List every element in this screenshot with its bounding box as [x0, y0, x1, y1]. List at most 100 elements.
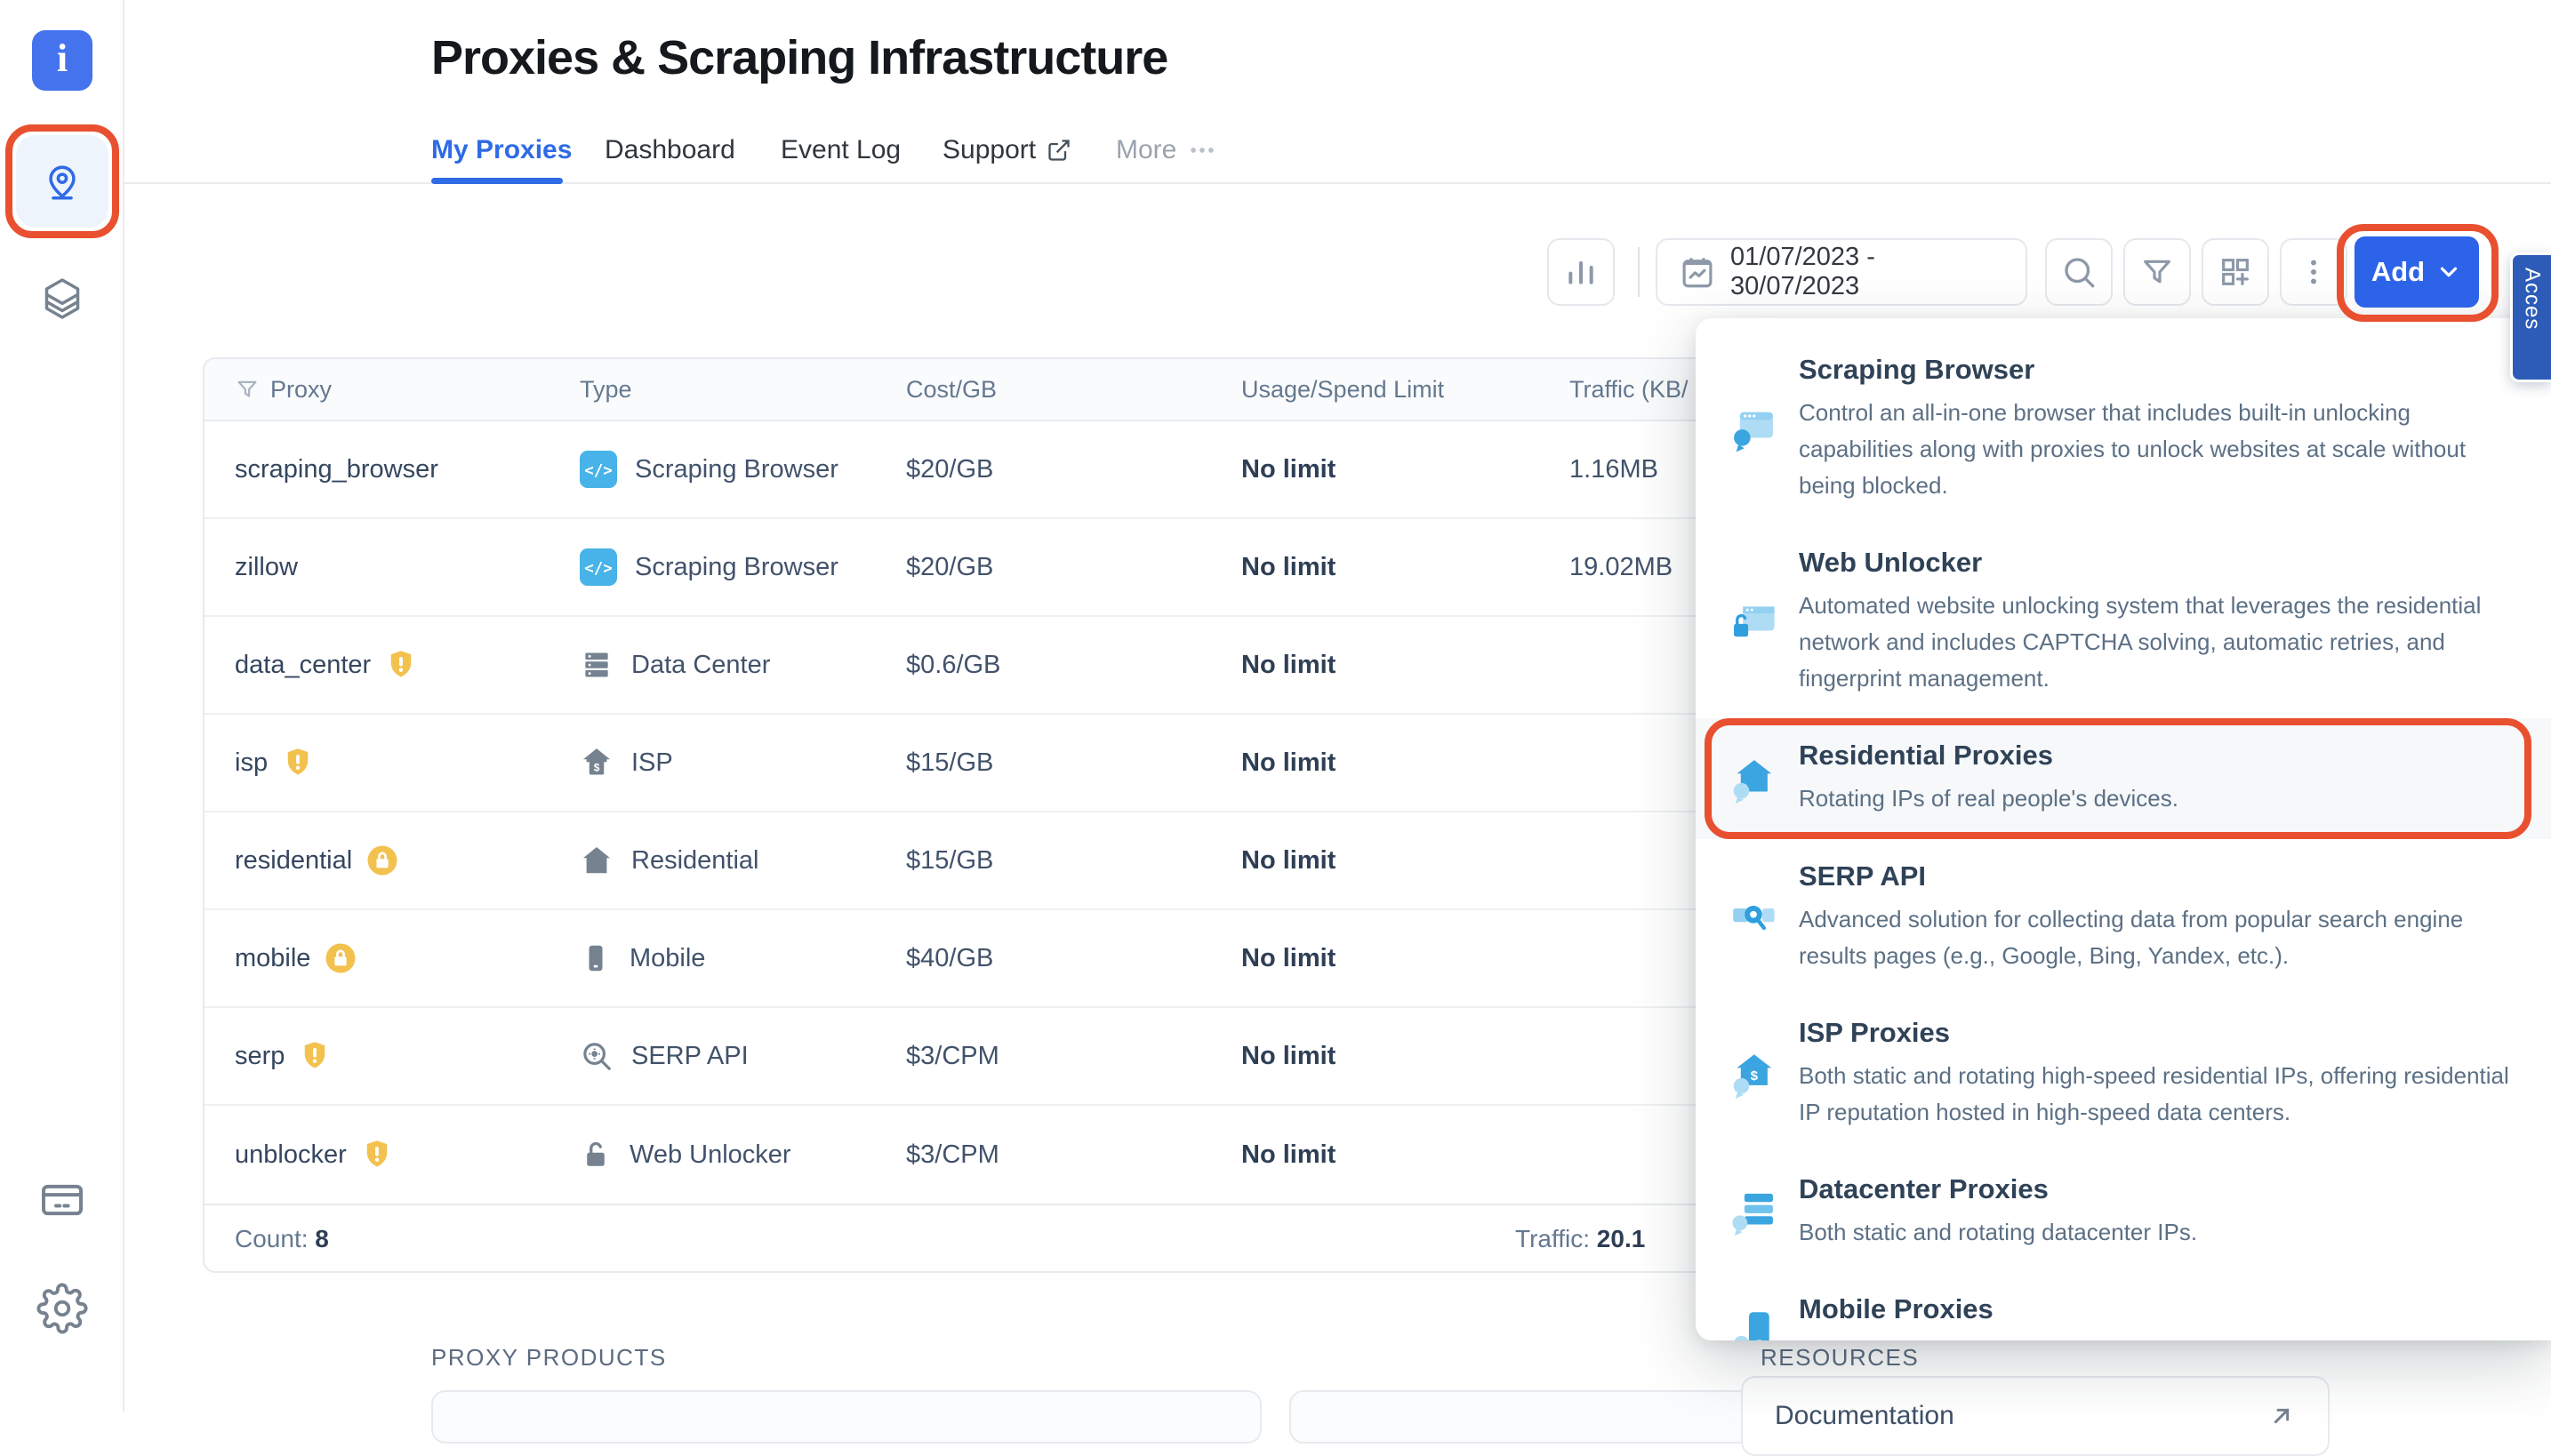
tab-support[interactable]: Support	[943, 135, 1071, 165]
proxy-cost: $15/GB	[906, 748, 1241, 778]
tab-label: My Proxies	[431, 135, 572, 165]
column-header-limit[interactable]: Usage/Spend Limit	[1241, 376, 1569, 404]
menu-item-icon	[1729, 1173, 1777, 1251]
add-button-label: Add	[2371, 256, 2425, 288]
menu-item-title: Residential Proxies	[1799, 740, 2178, 772]
chart-view-button[interactable]	[1547, 238, 1615, 306]
menu-item-icon: $	[1729, 1017, 1777, 1131]
status-badge-icon	[325, 942, 357, 974]
menu-item-icon	[1729, 740, 1777, 817]
proxy-type-icon	[580, 844, 614, 877]
tab-event-log[interactable]: Event Log	[781, 135, 901, 165]
menu-item-text: SERP API Advanced solution for collectin…	[1799, 860, 2515, 974]
add-menu-item[interactable]: Web Unlocker Automated website unlocking…	[1696, 525, 2551, 718]
date-range-picker[interactable]: 01/07/2023 - 30/07/2023	[1656, 238, 2027, 306]
search-button[interactable]	[2045, 238, 2113, 306]
add-menu-item[interactable]: Residential Proxies Rotating IPs of real…	[1696, 718, 2551, 838]
sidebar-item-datasets[interactable]	[30, 267, 94, 331]
proxy-limit: No limit	[1241, 455, 1569, 484]
svg-text:$: $	[594, 762, 600, 774]
proxy-name: serp	[235, 1042, 285, 1071]
tab-label: Dashboard	[605, 135, 735, 165]
add-menu-item[interactable]: SERP API Advanced solution for collectin…	[1696, 839, 2551, 996]
access-parameters-edge-tab[interactable]: Acces	[2510, 252, 2551, 382]
proxy-cost: $20/GB	[906, 455, 1241, 484]
customize-columns-button[interactable]	[2202, 238, 2269, 306]
menu-item-description: Both static and rotating high-speed resi…	[1799, 1058, 2515, 1131]
tab-dashboard[interactable]: Dashboard	[605, 135, 735, 165]
filter-button[interactable]	[2123, 238, 2191, 306]
tab-label: Event Log	[781, 135, 901, 165]
kebab-icon	[2298, 256, 2330, 288]
svg-text:</>: </>	[584, 462, 613, 480]
add-menu-item[interactable]: $ ISP Proxies Both static and rotating h…	[1696, 996, 2551, 1152]
add-menu-item[interactable]: Mobile Proxies Rotating IPs from real mo…	[1696, 1272, 2551, 1340]
add-menu-items: Scraping Browser Control an all-in-one b…	[1696, 332, 2551, 1340]
add-menu-item[interactable]: Scraping Browser Control an all-in-one b…	[1696, 332, 2551, 525]
sidebar-item-billing[interactable]	[34, 1172, 91, 1228]
count-label: Count:	[235, 1225, 309, 1253]
tab-more[interactable]: More	[1116, 135, 1217, 165]
menu-item-text: Residential Proxies Rotating IPs of real…	[1799, 740, 2178, 817]
proxy-cost: $0.6/GB	[906, 651, 1241, 680]
proxy-type-icon	[580, 1139, 612, 1171]
add-dropdown-menu: Scraping Browser Control an all-in-one b…	[1696, 318, 2551, 1340]
chevron-down-icon	[2435, 259, 2462, 285]
sidebar-item-proxies[interactable]	[16, 135, 108, 228]
menu-item-icon	[1729, 547, 1777, 697]
column-header-type[interactable]: Type	[580, 376, 906, 404]
proxy-name: scraping_browser	[235, 455, 438, 484]
credit-card-icon	[37, 1175, 87, 1225]
tab-label: Support	[943, 135, 1036, 165]
arrow-up-right-icon	[2267, 1402, 2296, 1430]
menu-item-icon	[1729, 860, 1777, 974]
proxy-products-section-label: PROXY PRODUCTS	[431, 1344, 667, 1372]
proxy-cost: $20/GB	[906, 553, 1241, 582]
add-menu-item[interactable]: Datacenter Proxies Both static and rotat…	[1696, 1152, 2551, 1272]
menu-item-description: Control an all-in-one browser that inclu…	[1799, 395, 2515, 504]
external-link-icon	[1047, 138, 1071, 163]
sidebar-item-settings[interactable]	[34, 1280, 91, 1337]
proxy-type-icon	[580, 1039, 614, 1073]
add-button[interactable]: Add	[2354, 236, 2479, 308]
menu-item-title: Datacenter Proxies	[1799, 1173, 2197, 1205]
documentation-link-card[interactable]: Documentation	[1741, 1376, 2330, 1456]
brand-logo[interactable]: i	[32, 30, 92, 91]
edge-tab-label: Acces	[2520, 268, 2545, 330]
active-tab-underline	[431, 178, 563, 184]
proxy-product-card[interactable]	[431, 1390, 1262, 1444]
proxy-limit: No limit	[1241, 846, 1569, 876]
resources-section-label: RESOURCES	[1761, 1344, 1919, 1372]
traffic-total-value: 20.1	[1597, 1225, 1646, 1252]
menu-item-icon	[1729, 354, 1777, 504]
proxy-type-label: Mobile	[630, 944, 705, 973]
status-badge-icon	[366, 844, 398, 876]
date-range-value: 01/07/2023 - 30/07/2023	[1730, 243, 2004, 301]
toolbar-divider	[1638, 247, 1640, 297]
funnel-small-icon[interactable]	[235, 377, 260, 402]
page-title: Proxies & Scraping Infrastructure	[431, 30, 1167, 85]
proxy-type-icon: $	[580, 746, 614, 780]
tab-label: More	[1116, 135, 1176, 165]
more-actions-button[interactable]	[2280, 238, 2347, 306]
menu-item-text: Scraping Browser Control an all-in-one b…	[1799, 354, 2515, 504]
menu-item-title: ISP Proxies	[1799, 1017, 2515, 1049]
proxy-type-label: Data Center	[631, 651, 770, 680]
proxy-limit: No limit	[1241, 944, 1569, 973]
bar-chart-icon	[1563, 254, 1599, 290]
count-value: 8	[315, 1225, 329, 1253]
menu-item-title: Web Unlocker	[1799, 547, 2515, 579]
proxy-type-label: ISP	[631, 748, 673, 778]
status-badge-icon	[361, 1139, 393, 1171]
proxy-type-label: SERP API	[631, 1042, 749, 1071]
column-header-cost[interactable]: Cost/GB	[906, 376, 1241, 404]
menu-item-icon	[1729, 1293, 1777, 1340]
column-header-proxy[interactable]: Proxy	[270, 376, 332, 404]
filter-icon	[2139, 254, 2175, 290]
menu-item-description: Rotating IPs of real people's devices.	[1799, 780, 2178, 817]
menu-item-description: Automated website unlocking system that …	[1799, 588, 2515, 697]
proxy-name: isp	[235, 748, 268, 778]
proxy-name: data_center	[235, 651, 371, 680]
tab-my-proxies[interactable]: My Proxies	[431, 135, 572, 165]
proxy-type-icon: </>	[580, 451, 617, 488]
